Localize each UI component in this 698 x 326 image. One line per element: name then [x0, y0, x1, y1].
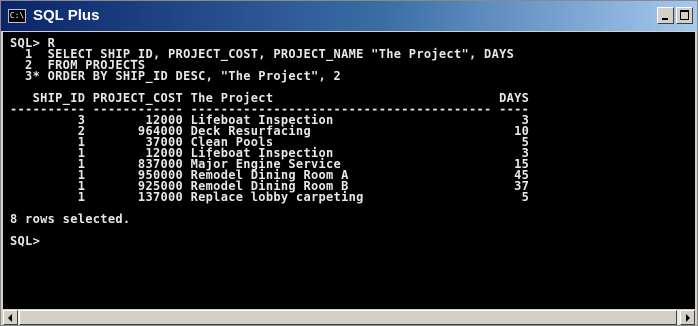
console-output[interactable]: SQL> R 1 SELECT SHIP_ID, PROJECT_COST, P… [3, 32, 695, 309]
scroll-thumb[interactable] [19, 310, 677, 325]
title-bar[interactable]: C:\ SQL Plus [1, 1, 697, 31]
console-text: SQL> R 1 SELECT SHIP_ID, PROJECT_COST, P… [10, 37, 530, 247]
console-line: 3* ORDER BY SHIP_ID DESC, "The Project",… [10, 69, 342, 83]
minimize-button[interactable] [657, 7, 674, 24]
result-row: 1 137000 Replace lobby carpeting 5 [10, 190, 530, 204]
horizontal-scrollbar[interactable] [3, 310, 695, 325]
maximize-button[interactable] [676, 7, 693, 24]
window-title: SQL Plus [33, 7, 100, 24]
row-count-message: 8 rows selected. [10, 212, 131, 226]
scroll-left-button[interactable] [3, 310, 18, 325]
scroll-right-button[interactable] [680, 310, 695, 325]
sql-prompt[interactable]: SQL> [10, 235, 529, 247]
console-icon[interactable]: C:\ [8, 9, 26, 23]
sqlplus-window: C:\ SQL Plus SQL> R 1 SELECT SHIP_ID, PR… [0, 0, 698, 326]
